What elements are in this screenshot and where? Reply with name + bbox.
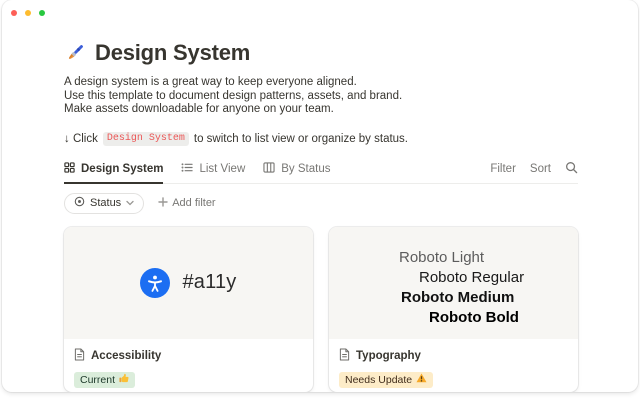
tab-label: By Status bbox=[281, 163, 330, 175]
status-pill-label: Status bbox=[90, 197, 121, 209]
filter-row: Status Add filter bbox=[64, 193, 578, 214]
board-icon bbox=[263, 162, 275, 176]
tab-design-system[interactable]: Design System bbox=[64, 159, 163, 184]
page-description: A design system is a great way to keep e… bbox=[64, 76, 578, 117]
view-tabs: Design System List View bbox=[64, 159, 490, 183]
thumbs-up-emoji-icon bbox=[119, 373, 129, 386]
description-line: A design system is a great way to keep e… bbox=[64, 76, 578, 90]
search-icon[interactable] bbox=[565, 161, 578, 177]
status-badge-current: Current bbox=[74, 372, 135, 388]
accessibility-icon bbox=[140, 268, 170, 298]
tab-label: List View bbox=[199, 163, 245, 175]
card-footer: Accessibility Current bbox=[64, 339, 313, 389]
view-toolbar: Filter Sort bbox=[490, 161, 578, 183]
paintbrush-emoji-icon bbox=[64, 42, 86, 64]
font-specimen-regular: Roboto Regular bbox=[419, 268, 578, 288]
card-title-row: Accessibility bbox=[74, 348, 303, 364]
status-icon bbox=[74, 196, 85, 210]
card-cover: Roboto Light Roboto Regular Roboto Mediu… bbox=[329, 227, 578, 339]
inline-code-chip: Design System bbox=[103, 132, 189, 146]
app-window: Design System A design system is a great… bbox=[2, 0, 638, 392]
page-title: Design System bbox=[95, 40, 250, 66]
status-badge-needs-update: Needs Update bbox=[339, 372, 433, 388]
card-footer: Typography Needs Update bbox=[329, 339, 578, 389]
card-typography[interactable]: Roboto Light Roboto Regular Roboto Mediu… bbox=[329, 227, 578, 392]
warning-emoji-icon bbox=[416, 373, 427, 386]
close-window-button[interactable] bbox=[11, 10, 17, 16]
page-icon bbox=[74, 348, 85, 364]
tab-list-view[interactable]: List View bbox=[181, 159, 245, 183]
add-filter-label: Add filter bbox=[172, 197, 215, 209]
font-specimen-medium: Roboto Medium bbox=[401, 288, 578, 308]
minimize-window-button[interactable] bbox=[25, 10, 31, 16]
card-title: Accessibility bbox=[91, 350, 161, 362]
gallery-view: #a11y Accessibility bbox=[64, 227, 578, 392]
list-icon bbox=[181, 162, 193, 176]
badge-label: Needs Update bbox=[345, 374, 412, 386]
hint-suffix: to switch to list view or organize by st… bbox=[194, 133, 408, 145]
filter-button[interactable]: Filter bbox=[490, 163, 516, 175]
page-content: Design System A design system is a great… bbox=[2, 40, 638, 392]
callout-hint: ↓ Click Design System to switch to list … bbox=[64, 132, 578, 146]
card-accessibility[interactable]: #a11y Accessibility bbox=[64, 227, 313, 392]
cover-hashtag-text: #a11y bbox=[182, 271, 236, 294]
chevron-down-icon bbox=[126, 197, 134, 209]
card-title: Typography bbox=[356, 350, 421, 362]
sort-button[interactable]: Sort bbox=[530, 163, 551, 175]
page-header: Design System bbox=[64, 40, 578, 66]
tab-label: Design System bbox=[81, 163, 163, 175]
font-specimen-light: Roboto Light bbox=[399, 248, 578, 268]
add-filter-button[interactable]: Add filter bbox=[158, 197, 215, 210]
description-line: Make assets downloadable for anyone on y… bbox=[64, 103, 578, 117]
card-title-row: Typography bbox=[339, 348, 568, 364]
badge-label: Current bbox=[80, 374, 115, 386]
zoom-window-button[interactable] bbox=[39, 10, 45, 16]
hint-prefix: ↓ Click bbox=[64, 133, 98, 145]
grid-icon bbox=[64, 162, 75, 176]
card-cover: #a11y bbox=[64, 227, 313, 339]
view-tab-bar: Design System List View bbox=[64, 159, 578, 184]
description-line: Use this template to document design pat… bbox=[64, 90, 578, 104]
card-badges: Current bbox=[74, 370, 303, 389]
tab-by-status[interactable]: By Status bbox=[263, 159, 330, 183]
status-filter-pill[interactable]: Status bbox=[64, 193, 144, 214]
font-specimen-bold: Roboto Bold bbox=[429, 308, 578, 328]
page-icon bbox=[339, 348, 350, 364]
window-controls bbox=[2, 0, 638, 16]
card-badges: Needs Update bbox=[339, 370, 568, 389]
plus-icon bbox=[158, 197, 168, 210]
